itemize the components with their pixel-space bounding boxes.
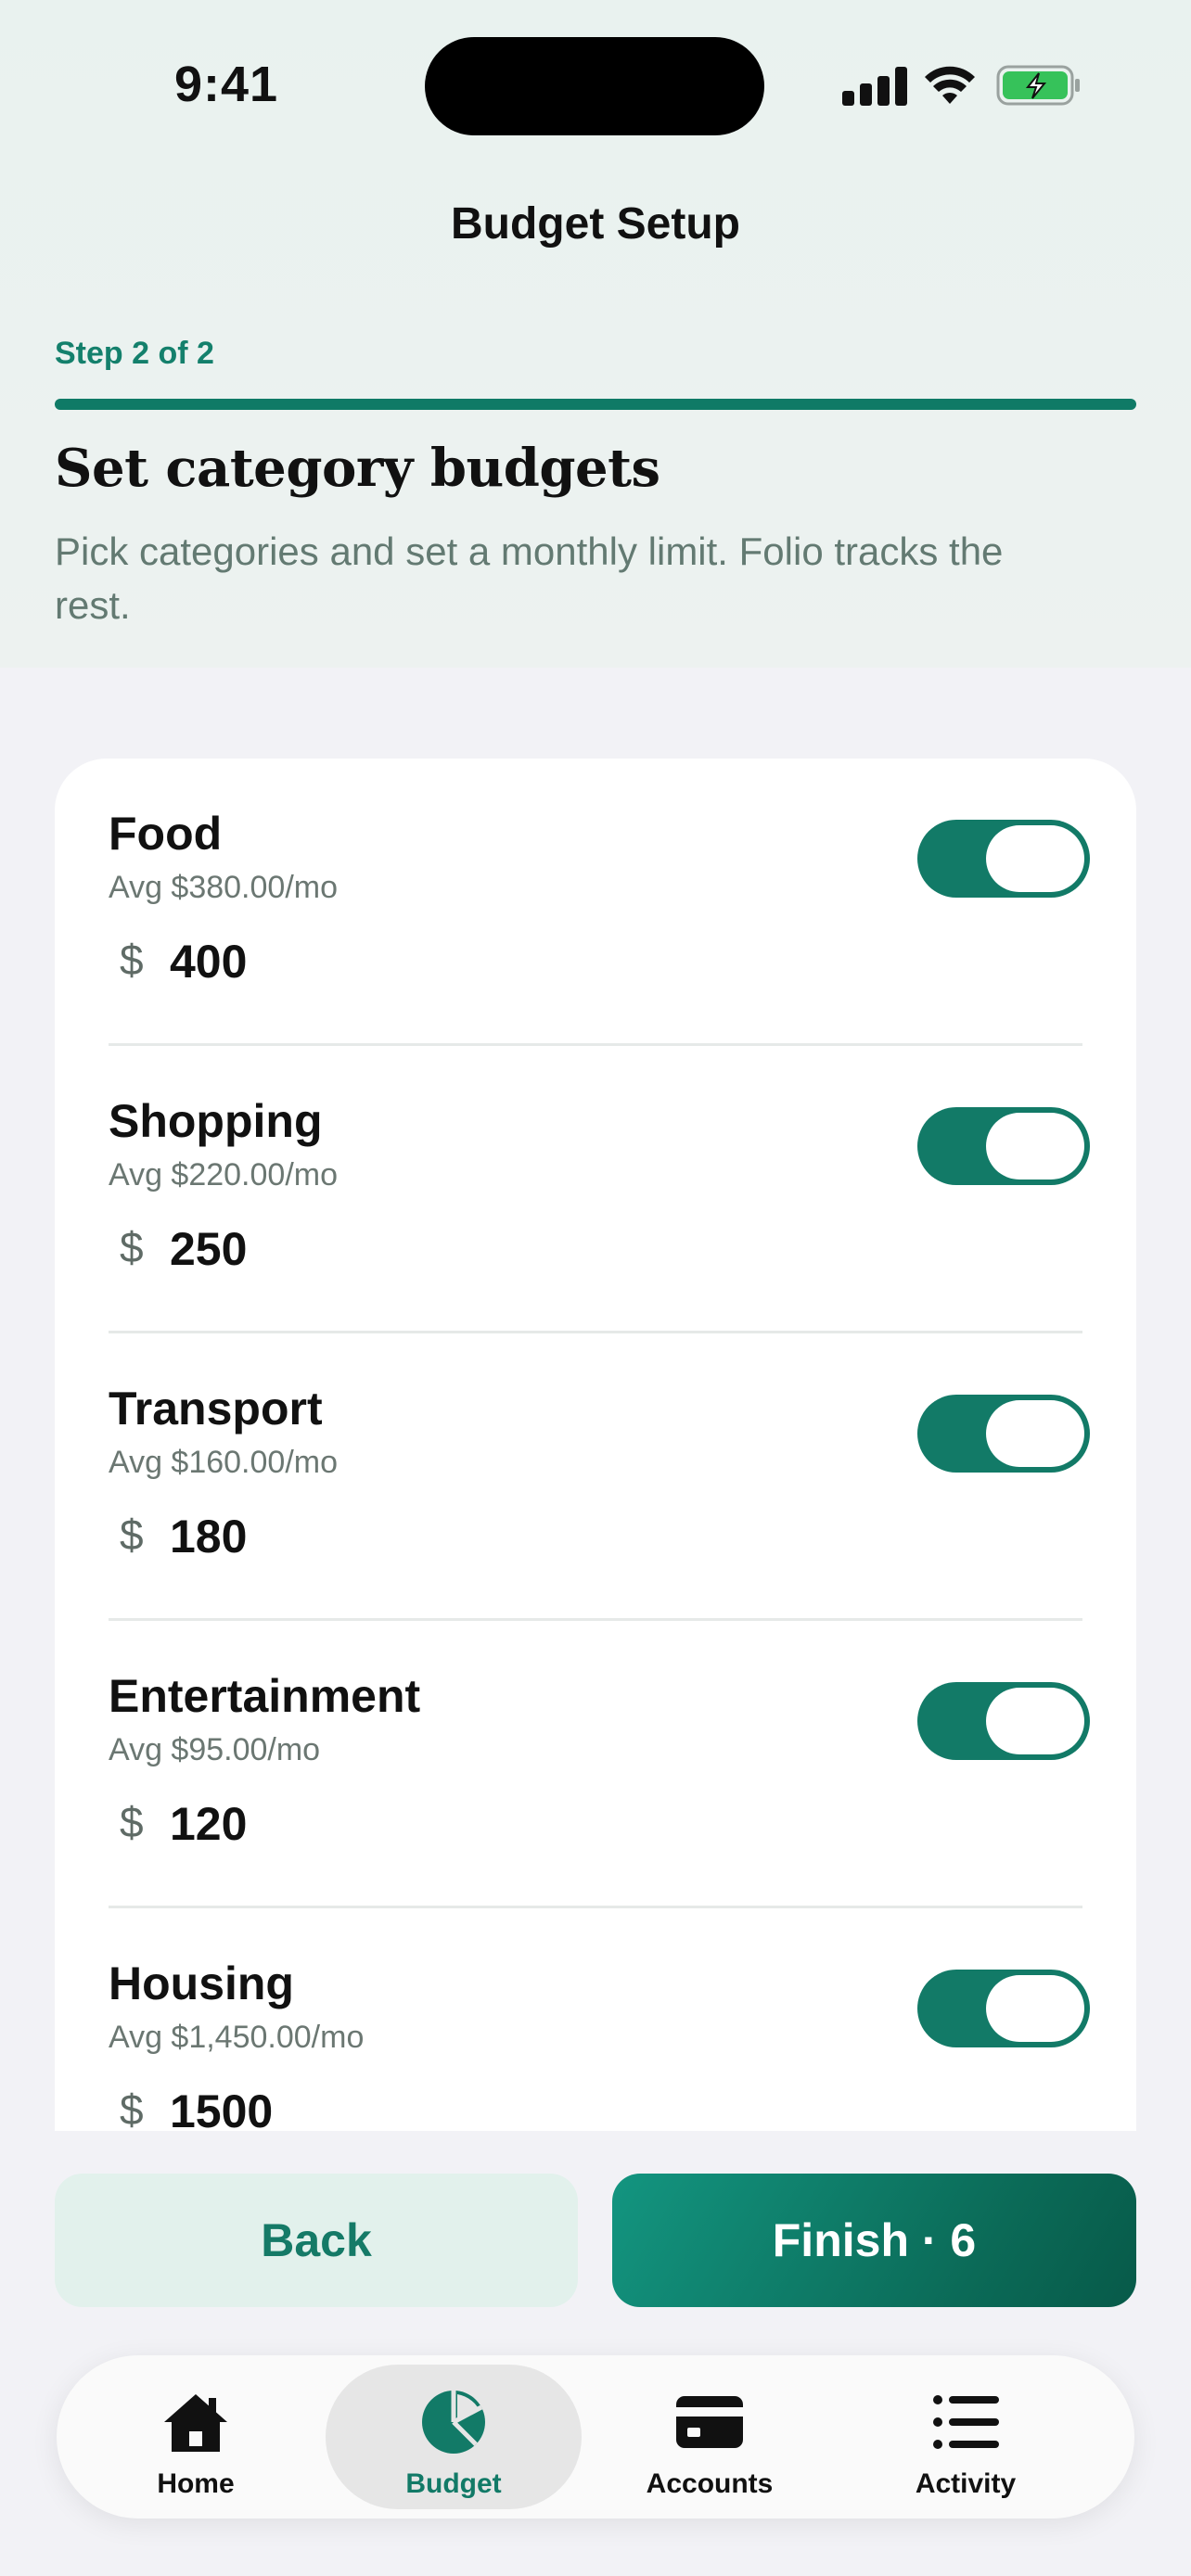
back-button[interactable]: Back <box>55 2174 578 2307</box>
tab-label: Accounts <box>646 2468 774 2499</box>
category-toggle[interactable] <box>917 1395 1090 1473</box>
category-row-transport: Transport Avg $160.00/mo $ 180 <box>55 1333 1136 1621</box>
status-time: 9:41 <box>174 57 279 112</box>
tab-budget[interactable]: Budget <box>326 2365 582 2509</box>
category-average: Avg $220.00/mo <box>109 1157 338 1192</box>
category-name: Housing <box>109 1958 294 2009</box>
tab-home[interactable]: Home <box>68 2365 324 2509</box>
tab-label: Budget <box>405 2468 502 2499</box>
category-average: Avg $1,450.00/mo <box>109 2020 365 2055</box>
category-toggle[interactable] <box>917 1682 1090 1760</box>
currency-symbol: $ <box>120 1798 144 1846</box>
list-icon <box>933 2395 999 2449</box>
category-average: Avg $380.00/mo <box>109 870 338 905</box>
category-toggle[interactable] <box>917 820 1090 898</box>
cellular-signal-icon <box>842 67 907 106</box>
toggle-knob <box>986 1688 1084 1754</box>
budget-amount-input[interactable]: 1500 <box>170 2085 273 2131</box>
currency-symbol: $ <box>120 936 144 984</box>
category-average: Avg $95.00/mo <box>109 1732 321 1767</box>
budget-amount-input[interactable]: 120 <box>170 1797 247 1851</box>
progress-bar <box>55 399 1136 410</box>
section-heading: Set category budgets <box>55 438 660 499</box>
category-card: Food Avg $380.00/mo $ 400 Shopping Avg $… <box>55 759 1136 2131</box>
page-title: Budget Setup <box>451 199 740 249</box>
credit-card-icon <box>676 2396 743 2448</box>
category-name: Entertainment <box>109 1670 421 1722</box>
toggle-knob <box>986 1975 1084 2042</box>
currency-symbol: $ <box>120 1223 144 1271</box>
category-name: Food <box>109 808 223 860</box>
battery-charging-icon <box>996 65 1080 106</box>
home-icon <box>164 2394 227 2452</box>
tab-activity[interactable]: Activity <box>838 2365 1094 2509</box>
category-row-shopping: Shopping Avg $220.00/mo $ 250 <box>55 1046 1136 1333</box>
toggle-knob <box>986 1400 1084 1467</box>
tab-accounts[interactable]: Accounts <box>582 2365 838 2509</box>
currency-symbol: $ <box>120 1511 144 1559</box>
tab-label: Home <box>157 2468 235 2499</box>
tab-label: Activity <box>915 2468 1017 2499</box>
section-subtitle: Pick categories and set a monthly limit.… <box>55 529 1004 627</box>
category-toggle[interactable] <box>917 1970 1090 2047</box>
dynamic-island <box>425 37 764 135</box>
category-average: Avg $160.00/mo <box>109 1445 338 1480</box>
toggle-knob <box>986 1113 1084 1180</box>
category-row-entertainment: Entertainment Avg $95.00/mo $ 120 <box>55 1621 1136 1908</box>
category-list-scroll[interactable]: Food Avg $380.00/mo $ 400 Shopping Avg $… <box>55 759 1136 2131</box>
step-indicator: Step 2 of 2 <box>55 336 214 371</box>
wifi-icon <box>925 66 975 104</box>
budget-amount-input[interactable]: 400 <box>170 935 247 988</box>
toggle-knob <box>986 825 1084 892</box>
category-row-food: Food Avg $380.00/mo $ 400 <box>55 759 1136 1046</box>
category-name: Transport <box>109 1383 323 1435</box>
progress-fill <box>55 399 1136 410</box>
budget-amount-input[interactable]: 250 <box>170 1222 247 1276</box>
currency-symbol: $ <box>120 2085 144 2131</box>
category-name: Shopping <box>109 1095 323 1147</box>
category-toggle[interactable] <box>917 1107 1090 1185</box>
category-row-housing: Housing Avg $1,450.00/mo $ 1500 <box>55 1908 1136 2131</box>
tab-bar: Home Budget Accounts Activity <box>57 2355 1134 2519</box>
finish-button[interactable]: Finish · 6 <box>612 2174 1136 2307</box>
pie-chart-icon <box>422 2391 485 2454</box>
budget-amount-input[interactable]: 180 <box>170 1510 247 1563</box>
